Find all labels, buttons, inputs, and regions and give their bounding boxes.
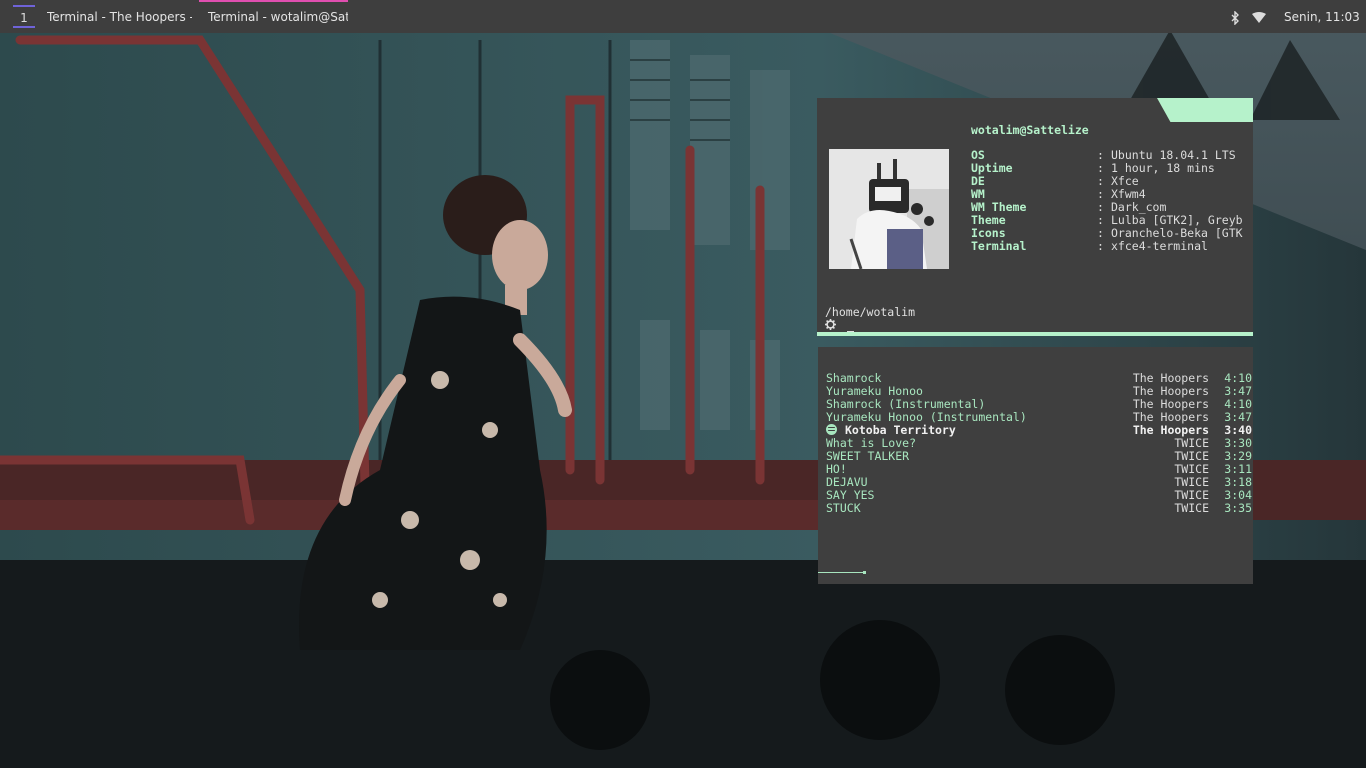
info-value: Lulba [GTK2], Greyb xyxy=(1111,214,1243,227)
track-title: STUCK xyxy=(826,501,861,515)
info-separator: : xyxy=(1097,239,1104,253)
workspace-switcher[interactable]: 1 xyxy=(13,5,35,28)
info-value: Oranchelo-Beka [GTK xyxy=(1111,227,1243,240)
window-accent-bar xyxy=(817,332,1253,336)
info-value: 1 hour, 18 mins xyxy=(1111,162,1215,175)
info-value: Xfce xyxy=(1111,175,1139,188)
track-row[interactable]: STUCK TWICE 3:35 xyxy=(826,502,1252,515)
playback-progress-bar[interactable] xyxy=(818,572,866,573)
track-artist: TWICE xyxy=(1174,501,1209,515)
track-duration: 3:35 xyxy=(1224,501,1252,515)
text-cursor xyxy=(846,320,854,332)
spotify-icon xyxy=(826,424,837,435)
avatar xyxy=(829,149,949,269)
wifi-icon[interactable] xyxy=(1252,0,1268,33)
info-value: Dark_com xyxy=(1111,201,1167,214)
clock[interactable]: Senin, 11:03 xyxy=(1284,0,1360,35)
top-panel: 1 Terminal - The Hoopers -... Terminal -… xyxy=(0,0,1366,33)
terminal-window-music-player[interactable]: Shamrock The Hoopers 4:10 Yurameku Honoo… xyxy=(818,347,1253,584)
window-accent xyxy=(1157,98,1253,122)
playback-progress-knob[interactable] xyxy=(863,571,866,574)
now-playing-title: Kotoba Territory xyxy=(845,423,956,437)
current-directory: /home/wotalim xyxy=(825,305,916,319)
taskbar-item-terminal-wotalim[interactable]: Terminal - wotalim@Satt... xyxy=(199,0,348,33)
terminal-window-neofetch[interactable]: wotalim@Sattelize OS : Ubuntu 18.04.1 LT… xyxy=(817,98,1253,336)
gear-icon xyxy=(825,318,843,332)
taskbar-item-terminal-hoopers[interactable]: Terminal - The Hoopers -... xyxy=(47,0,192,33)
info-value: Ubuntu 18.04.1 LTS xyxy=(1111,149,1236,162)
shell-prompt[interactable] xyxy=(825,318,854,332)
user-host: wotalim@Sattelize xyxy=(971,123,1089,137)
info-key: Terminal xyxy=(971,239,1027,253)
bluetooth-icon[interactable] xyxy=(1230,0,1242,33)
info-value: xfce4-terminal xyxy=(1111,240,1208,253)
info-value: Xfwm4 xyxy=(1111,188,1146,201)
